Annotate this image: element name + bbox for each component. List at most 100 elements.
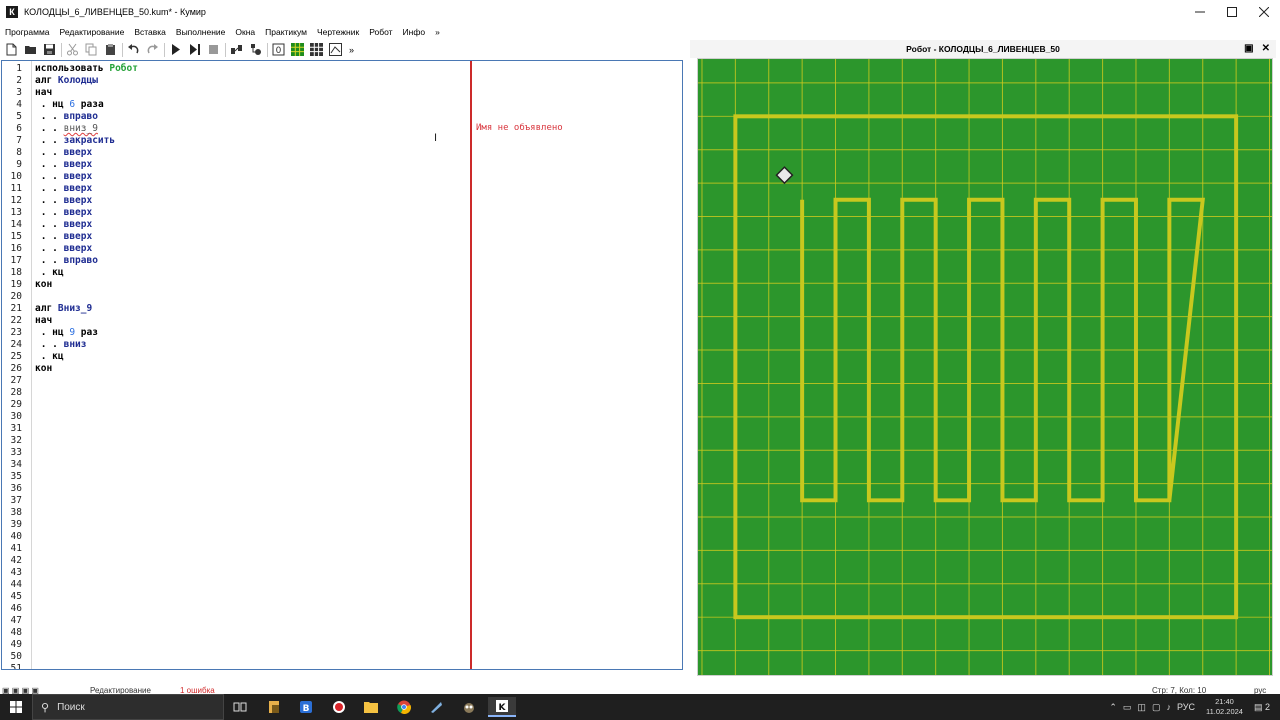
code-line[interactable]: нач — [35, 315, 52, 327]
copy-button[interactable] — [84, 42, 99, 57]
display-icon[interactable]: ▢ — [1152, 702, 1161, 713]
input-language[interactable]: РУС — [1177, 702, 1195, 712]
code-line[interactable]: . . вверх — [35, 183, 93, 195]
robot-field[interactable] — [697, 58, 1273, 685]
code-line[interactable]: алг Колодцы — [35, 75, 98, 87]
code-line[interactable]: нач — [35, 87, 52, 99]
code-line[interactable]: . . закрасить — [35, 135, 115, 147]
drawer-button[interactable] — [328, 42, 343, 57]
menu-more[interactable]: » — [430, 27, 445, 37]
code-line[interactable]: . . вверх — [35, 171, 93, 183]
close-button[interactable] — [1248, 0, 1280, 24]
maximize-button[interactable] — [1216, 0, 1248, 24]
new-file-button[interactable] — [4, 42, 19, 57]
menu-edit[interactable]: Редактирование — [55, 27, 130, 37]
code-line[interactable]: . . вверх — [35, 159, 93, 171]
notification-icon[interactable]: ▤ 2 — [1254, 702, 1270, 713]
code-line[interactable]: алг Вниз_9 — [35, 303, 92, 315]
battery-icon[interactable]: ▭ — [1123, 702, 1132, 713]
menu-practicum[interactable]: Практикум — [260, 27, 312, 37]
code-token: вниз — [63, 339, 87, 350]
undo-button[interactable] — [126, 42, 141, 57]
code-area[interactable]: использовать Робот алг Колодцы нач . нц 6 … — [35, 61, 470, 669]
close-panel-icon[interactable]: ✕ — [1262, 43, 1270, 54]
line-number: 27 — [10, 375, 22, 386]
code-line[interactable]: . . вверх — [35, 231, 93, 243]
menu-bar: Программа Редактирование Вставка Выполне… — [0, 24, 1280, 39]
taskbar-app-recorder[interactable] — [325, 697, 353, 717]
taskbar-app-files[interactable] — [260, 697, 288, 717]
code-line[interactable]: использовать Робот — [35, 63, 138, 75]
taskbar-app-notes[interactable] — [422, 697, 450, 717]
code-line[interactable]: . нц 9 раз — [35, 327, 98, 339]
volume-icon[interactable]: ♪ — [1166, 702, 1171, 712]
code-token: вверх — [63, 195, 93, 206]
robot-panel-title: Робот - КОЛОДЦЫ_6_ЛИВЕНЦЕВ_50 — [906, 44, 1060, 54]
save-button[interactable] — [42, 42, 57, 57]
line-number: 12 — [10, 195, 22, 206]
code-line[interactable]: . . вверх — [35, 219, 93, 231]
code-line[interactable]: . кц — [35, 351, 64, 363]
code-token: кц — [52, 351, 64, 362]
step-over-button[interactable] — [229, 42, 244, 57]
code-token: . . — [35, 111, 64, 122]
code-line[interactable]: кон — [35, 279, 52, 291]
menu-drawer[interactable]: Чертежник — [312, 27, 364, 37]
chevron-up-icon[interactable]: ⌃ — [1109, 702, 1117, 713]
line-number: 31 — [10, 423, 22, 434]
step-over-icon — [231, 45, 242, 54]
taskbar-app-kumir[interactable]: K — [488, 697, 516, 717]
open-file-button[interactable] — [23, 42, 38, 57]
menu-windows[interactable]: Окна — [230, 27, 260, 37]
status-errors[interactable]: 1 ошибка — [180, 686, 215, 694]
code-token: . . — [35, 123, 64, 134]
menu-run[interactable]: Выполнение — [171, 27, 230, 37]
undo-icon — [128, 44, 139, 54]
taskbar-clock[interactable]: 21:40 11.02.2024 — [1206, 697, 1243, 717]
code-token: . — [35, 351, 53, 362]
taskbar-app-explorer[interactable] — [357, 697, 385, 717]
code-line[interactable]: . . вниз — [35, 339, 87, 351]
taskbar-app-b[interactable]: B — [292, 697, 320, 717]
code-line[interactable]: . . вправо — [35, 111, 98, 123]
code-token: . . — [35, 255, 64, 266]
robot-grid-button[interactable] — [309, 42, 324, 57]
code-line[interactable]: . . вверх — [35, 195, 93, 207]
code-line[interactable]: кон — [35, 363, 52, 375]
variables-button[interactable]: 0 — [271, 42, 286, 57]
taskbar-search[interactable]: ⚲ Поиск — [32, 694, 224, 720]
menu-info[interactable]: Инфо — [398, 27, 431, 37]
code-line[interactable]: . . вниз_9 — [35, 123, 98, 135]
line-number: 6 — [16, 123, 22, 134]
toolbar-more-button[interactable]: » — [349, 45, 354, 55]
code-line[interactable]: . . вверх — [35, 207, 93, 219]
task-view-button[interactable] — [226, 697, 254, 717]
line-number: 20 — [10, 291, 22, 302]
minimize-button[interactable] — [1184, 0, 1216, 24]
code-line[interactable]: . . вверх — [35, 243, 93, 255]
menu-insert[interactable]: Вставка — [129, 27, 171, 37]
network-icon[interactable]: ◫ — [1137, 702, 1146, 713]
search-placeholder: Поиск — [57, 701, 85, 713]
code-editor[interactable]: 1 2 3 4 5 6 7 8 9 10 11 12 13 14 15 16 17 18 19 20 21 22 23 24 2… — [1, 60, 683, 670]
code-line[interactable]: . . вверх — [35, 147, 93, 159]
line-number: 42 — [10, 555, 22, 566]
menu-program[interactable]: Программа — [0, 27, 55, 37]
step-into-icon — [251, 44, 261, 55]
taskbar-app-chrome[interactable] — [390, 697, 418, 717]
code-line[interactable]: . нц 6 раза — [35, 99, 104, 111]
code-line[interactable]: . . вправо — [35, 255, 98, 267]
cut-button[interactable] — [65, 42, 80, 57]
start-button[interactable] — [0, 694, 32, 720]
robot-field-button[interactable] — [290, 42, 305, 57]
menu-robot[interactable]: Робот — [364, 27, 397, 37]
run-step-button[interactable] — [187, 42, 202, 57]
taskbar-app-gimp[interactable] — [455, 697, 483, 717]
run-button[interactable] — [168, 42, 183, 57]
redo-button[interactable] — [145, 42, 160, 57]
undock-icon[interactable]: ▣ — [1244, 43, 1253, 54]
paste-button[interactable] — [103, 42, 118, 57]
stop-button[interactable] — [206, 42, 221, 57]
step-into-button[interactable] — [248, 42, 263, 57]
code-line[interactable]: . кц — [35, 267, 64, 279]
